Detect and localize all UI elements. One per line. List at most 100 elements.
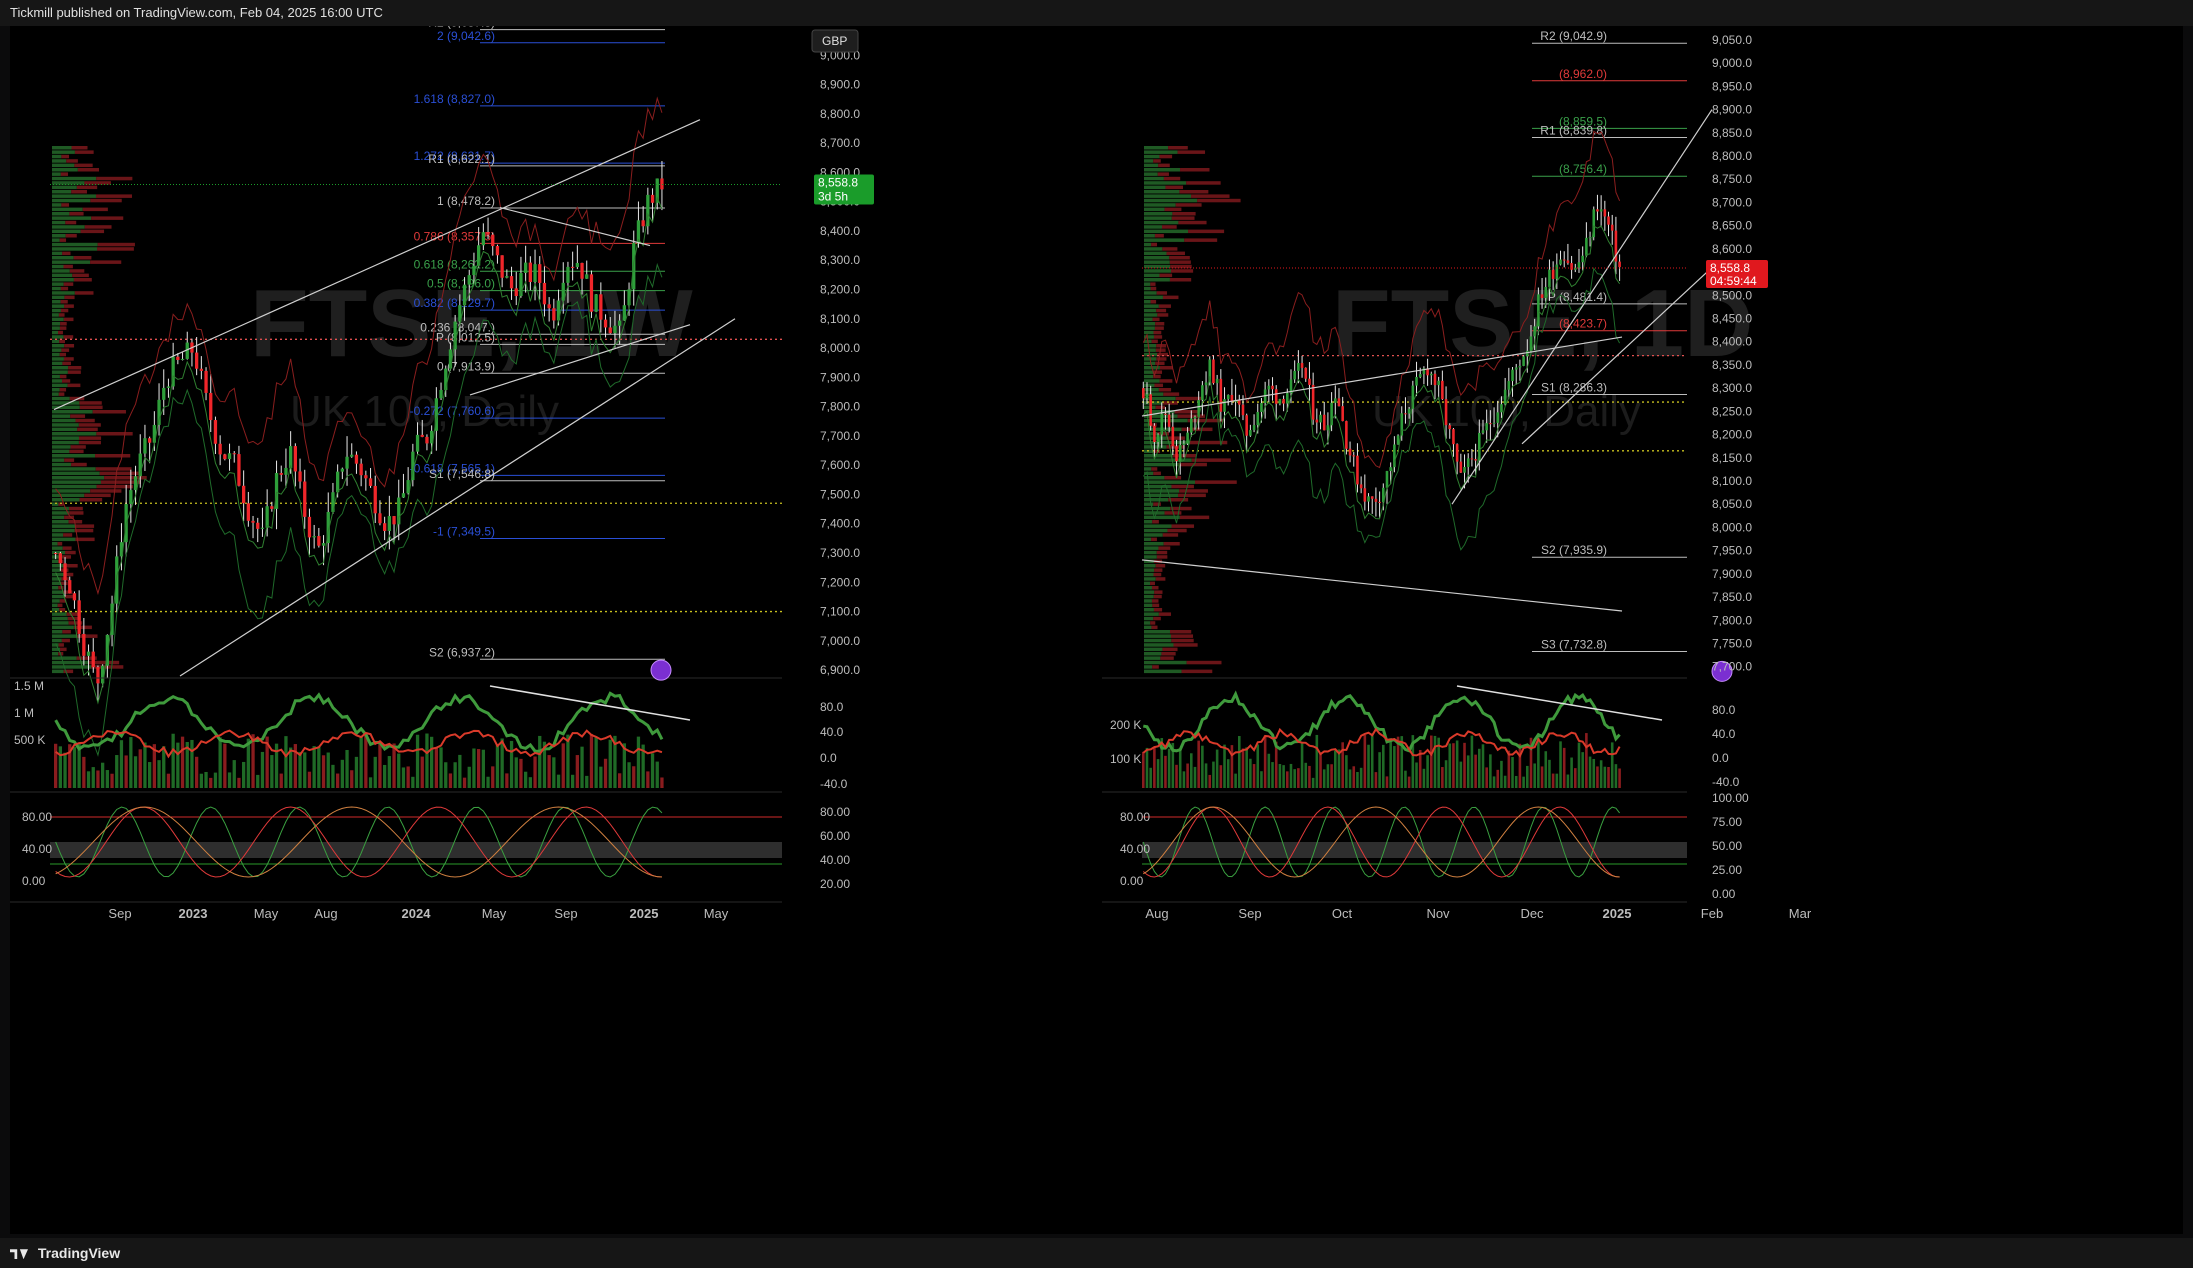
volume-profile-bar-down [1156,308,1167,313]
volume-profile-bar-up [52,348,62,352]
volume-profile-bar-up [1144,608,1154,612]
volume-bar [1230,745,1234,788]
volume-profile-bar-up [52,256,74,260]
volume-profile-bar-up [1144,656,1161,660]
volume-bar [237,777,241,788]
volume-profile-bar-down [1158,612,1172,616]
volume-bar [1167,748,1171,788]
stoch-axis-label: 20.00 [820,877,850,891]
candle-body [1463,466,1466,473]
volume-profile-bar-up [1144,480,1196,484]
volume-profile-bar-up [52,652,59,656]
left-chart-panel[interactable]: FTSE, 1WUK 100, DailyR2 (9,087.8)2 (9,04… [10,16,782,1234]
volume-profile-bar-up [52,335,64,339]
candle-body [1341,406,1344,422]
volume-bar [1566,774,1570,788]
volume-profile-bar-down [62,379,71,383]
volume-profile-bar-up [52,229,81,234]
volume-profile-bar-up [52,546,63,550]
volume-axis-label: 1.5 M [14,679,44,693]
left-chart-svg[interactable]: FTSE, 1WUK 100, DailyR2 (9,087.8)2 (9,04… [10,16,782,1234]
stoch-axis-label: 50.00 [1712,839,1742,853]
candle-body [1618,261,1621,268]
level-label: R1 (8,839.8) [1540,124,1607,138]
volume-profile-bar-down [1155,564,1166,568]
candle-body [1164,413,1167,415]
volume-bar [660,777,664,788]
volume-profile-bar-down [1169,278,1192,282]
volume-bar [213,772,218,788]
volume-bar [1226,759,1230,788]
candle-body [500,255,504,278]
volume-profile-bar-down [60,647,67,652]
volume-profile-bar-down [1181,669,1213,674]
volume-profile-bar-down [1177,150,1206,154]
volume-profile-bar-up [1144,146,1169,150]
volume-profile-bar-down [1171,638,1194,643]
volume-profile-bar-down [65,234,77,238]
volume-profile-bar-up [1144,506,1171,511]
volume-profile-bar-up [52,467,96,471]
price-axis-label: 9,050.0 [1712,33,1752,47]
volume-bar [1245,747,1248,788]
candle-body [1407,408,1411,414]
volume-bar [1511,757,1514,788]
right-chart-svg[interactable]: FTSE, 1DUK 100, DailyR2 (9,042.9)(8,962.… [1102,26,2183,1234]
level-label: (8,756.4) [1559,162,1607,176]
candle-body [364,475,368,479]
volume-profile-bar-up [52,480,101,484]
candle-body [495,246,500,256]
volume-profile-bar-up [52,308,61,313]
volume-profile-bar-up [1144,625,1152,630]
volume-profile-bar-up [52,216,92,220]
volume-bar [401,767,406,788]
volume-bar [1470,735,1474,788]
price-axis-label: 8,650.0 [1712,219,1752,233]
price-axis-label: 8,700.0 [820,136,860,150]
volume-profile-bar-up [52,225,85,229]
volume-bar [1577,742,1581,788]
tradingview-footer: TradingView [0,1238,2193,1268]
volume-profile-bar-down [84,181,111,185]
right-chart-panel[interactable]: FTSE, 1D UK 100, Daily R2 (9,042.9) (8,962.… [1102,26,2183,1234]
volume-profile-bar-up [52,383,68,388]
candle-body [1437,380,1440,386]
price-axis-label: 7,950.0 [1712,544,1752,558]
volume-bar [1378,752,1381,788]
volume-bar [171,733,175,788]
candle-body [1514,367,1518,370]
volume-bar [406,766,410,788]
volume-profile-bar-up [1144,590,1155,594]
candle-body [1156,434,1160,443]
volume-profile-bar-up [52,172,61,176]
candle-body [1204,382,1208,386]
level-label: S2 (7,935.9) [1541,543,1607,557]
candle-body [1190,418,1193,433]
candle-body [420,434,424,437]
volume-bar [1404,770,1407,788]
candle-body [397,497,401,525]
volume-profile-bar-down [58,392,65,396]
left-axis-svg[interactable]: 9,000.08,900.08,800.08,700.08,600.08,500… [752,26,1102,1234]
candle-body [1293,370,1296,380]
stoch-axis-label: 75.00 [1712,815,1742,829]
candle-body [1241,404,1245,416]
volume-profile-bar-up [1144,379,1160,383]
volume-profile-bar-down [73,625,92,630]
watermark-symbol: FTSE, 1D [1332,270,1753,377]
price-axis-label: 9,000.0 [1712,56,1752,70]
volume-bar [411,776,415,788]
volume-bar [1293,769,1296,788]
volume-bar [1452,743,1455,788]
candle-body [1603,209,1607,217]
volume-profile-bar-up [52,612,67,616]
candle-body [1526,350,1529,357]
volume-profile-bar-down [1159,379,1173,383]
volume-bar [585,775,589,788]
volume-bar [1348,769,1352,788]
volume-profile-bar-down [99,471,139,476]
volume-bar [392,743,396,788]
volume-profile-bar-down [64,458,75,462]
volume-bar [331,764,335,788]
left-price-axis-area[interactable]: 9,000.08,900.08,800.08,700.08,600.08,500… [752,26,1102,1234]
